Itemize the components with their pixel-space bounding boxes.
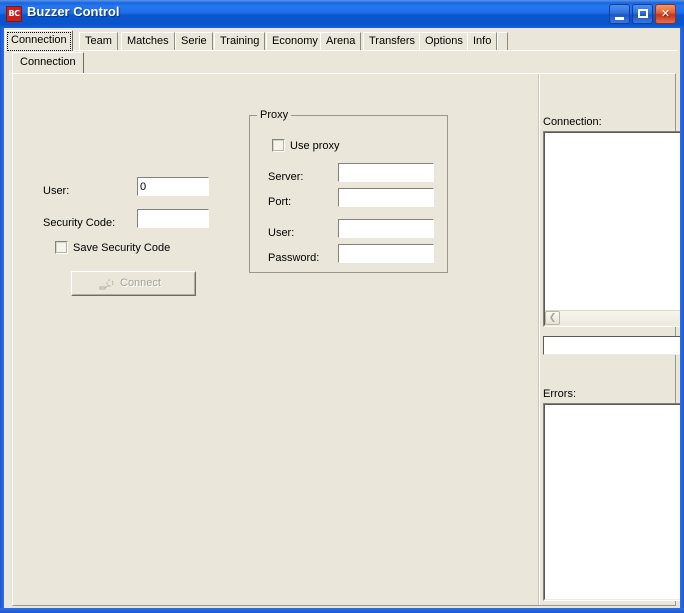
subtab-connection-label: Connection (20, 56, 76, 68)
connection-log-hscrollbar[interactable]: ❮ (545, 310, 680, 325)
tab-transfers[interactable]: Transfers (363, 32, 422, 50)
tab-matches[interactable]: Matches (121, 32, 175, 50)
tab-serie-label: Serie (181, 35, 207, 47)
security-code-input[interactable] (137, 209, 209, 228)
use-proxy-label: Use proxy (290, 140, 340, 152)
connection-log-label: Connection: (543, 116, 602, 128)
proxy-port-label: Port: (268, 196, 292, 208)
tab-arena[interactable]: Arena (320, 32, 362, 50)
tab-economy[interactable]: Economy (266, 32, 324, 50)
user-label: User: (43, 185, 70, 197)
tab-training[interactable]: Training (214, 32, 266, 50)
tab-options[interactable]: Options (419, 32, 469, 50)
main-tab-strip: Connection Team Matches Serie Training E… (5, 30, 677, 51)
security-code-label: Security Code: (43, 217, 116, 229)
maximize-button[interactable] (632, 4, 653, 24)
proxy-server-input[interactable] (338, 163, 434, 182)
user-input[interactable] (137, 177, 209, 196)
proxy-user-label: User: (268, 227, 295, 239)
errors-log-content (544, 404, 680, 600)
tab-serie[interactable]: Serie (175, 32, 213, 50)
security-code-input-field[interactable] (140, 211, 206, 226)
sub-tab-strip: Connection (12, 52, 676, 74)
minimize-icon (615, 17, 624, 20)
tab-arena-label: Arena (326, 35, 356, 47)
errors-log-label: Errors: (543, 388, 576, 400)
tab-matches-label: Matches (127, 35, 169, 47)
proxy-server-label: Server: (268, 171, 304, 183)
tab-training-label: Training (220, 35, 260, 47)
tab-team-label: Team (85, 35, 112, 47)
connection-log-content (544, 132, 680, 326)
tab-connection[interactable]: Connection (5, 30, 73, 51)
tab-info[interactable]: Info (467, 32, 498, 50)
proxy-user-input-field[interactable] (341, 221, 431, 236)
proxy-password-input[interactable] (338, 244, 434, 263)
user-input-field[interactable] (140, 179, 206, 194)
proxy-groupbox-title: Proxy (257, 109, 292, 121)
save-security-code-checkbox[interactable] (55, 241, 68, 254)
tab-strip-filler (497, 32, 508, 50)
minimize-button[interactable] (609, 4, 630, 24)
connection-panel: User: Security Code: Save Security Code … (12, 73, 680, 606)
window-border-bottom (0, 608, 684, 613)
connect-button-label: Connect (120, 277, 161, 289)
app-icon-bc[interactable]: BC (6, 6, 22, 22)
proxy-port-input-field[interactable] (341, 190, 431, 205)
tab-team[interactable]: Team (79, 32, 118, 50)
title-bar[interactable]: BC Buzzer Control ✕ (0, 0, 684, 28)
connection-status-input[interactable] (543, 336, 680, 355)
proxy-password-input-field[interactable] (341, 246, 431, 261)
use-proxy-checkbox[interactable] (272, 139, 285, 152)
application-window: BC Buzzer Control ✕ Connection Team Matc… (0, 0, 684, 613)
proxy-user-input[interactable] (338, 219, 434, 238)
window-border-right (680, 28, 684, 613)
right-column-divider (538, 74, 540, 605)
main-tab-underline (5, 50, 677, 51)
tab-options-label: Options (425, 35, 463, 47)
tab-transfers-label: Transfers (369, 35, 416, 47)
subtab-connection[interactable]: Connection (12, 52, 84, 73)
close-button[interactable]: ✕ (655, 4, 676, 24)
save-security-code-label: Save Security Code (73, 242, 171, 254)
close-icon: ✕ (660, 7, 671, 20)
window-title: Buzzer Control (27, 4, 120, 19)
proxy-password-label: Password: (268, 252, 320, 264)
tab-info-label: Info (473, 35, 492, 47)
client-area: Connection Team Matches Serie Training E… (4, 28, 680, 608)
connection-log-listbox[interactable]: ❮ (543, 131, 680, 327)
chevron-left-icon: ❮ (548, 313, 557, 323)
proxy-port-input[interactable] (338, 188, 434, 207)
plug-connect-icon (99, 279, 114, 290)
errors-log-listbox[interactable] (543, 403, 680, 601)
tab-economy-label: Economy (272, 35, 318, 47)
tab-connection-label: Connection (11, 34, 67, 46)
maximize-icon (638, 9, 648, 18)
connect-button[interactable]: Connect (71, 271, 196, 296)
proxy-server-input-field[interactable] (341, 165, 431, 180)
connection-log-scroll-left-button[interactable]: ❮ (545, 311, 560, 325)
connection-status-input-field[interactable] (546, 338, 680, 353)
